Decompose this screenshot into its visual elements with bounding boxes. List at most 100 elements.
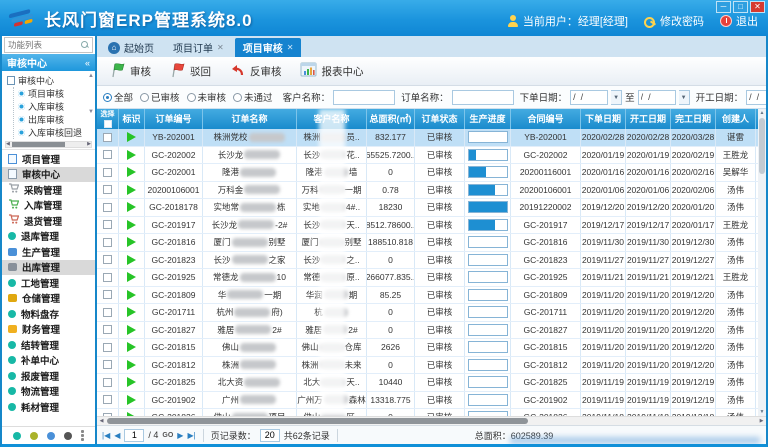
审核-button[interactable]: 审核 <box>109 62 151 81</box>
tab-起始页[interactable]: ⌂起始页 <box>100 38 162 57</box>
select-all-checkbox[interactable] <box>104 120 112 128</box>
scroll-left-icon[interactable]: ◀ <box>97 417 106 425</box>
row-checkbox[interactable] <box>103 343 112 352</box>
table-row[interactable]: GC-2018178实地常栋实地4#..18230已审核201912200022… <box>97 199 758 217</box>
column-header-合同编号[interactable]: 合同编号 <box>511 109 581 129</box>
collapse-icon[interactable]: « <box>85 58 90 68</box>
报表中心-button[interactable]: 报表中心 <box>300 62 364 80</box>
驳回-button[interactable]: 驳回 <box>169 62 211 81</box>
row-checkbox[interactable] <box>103 168 112 177</box>
row-checkbox[interactable] <box>103 325 112 334</box>
row-checkbox[interactable] <box>103 395 112 404</box>
sidebar-item-项目管理[interactable]: 项目管理 <box>2 151 95 167</box>
page-size-input[interactable] <box>260 429 280 442</box>
table-row[interactable]: GC-201823长沙之家长沙之..0已审核GC-2018232019/11/2… <box>97 252 758 270</box>
table-row[interactable]: GC-202001隆港隆港墙0已审核202001160012020/01/162… <box>97 164 758 182</box>
sidebar-item-出库管理[interactable]: 出库管理 <box>2 260 95 276</box>
grid-vscrollbar[interactable]: ▲ ▼ <box>758 109 766 416</box>
row-checkbox[interactable] <box>103 150 112 159</box>
scroll-left-icon[interactable]: ◀ <box>6 141 10 147</box>
order-name-input[interactable] <box>452 90 514 105</box>
change-password-button[interactable]: 修改密码 <box>644 13 704 29</box>
table-row[interactable]: YB-202001株洲党校株洲员..832.177已审核YB-202001202… <box>97 129 758 147</box>
table-row[interactable]: GC-201809华一期华润期85.25已审核GC-2018092019/11/… <box>97 287 758 305</box>
sidebar-item-耗材管理[interactable]: 耗材管理 <box>2 399 95 415</box>
column-header-选择[interactable]: 选择 <box>97 109 119 129</box>
grid-vscroll-thumb[interactable] <box>759 118 765 174</box>
tree-vscroll[interactable]: ▲▼ <box>88 73 94 115</box>
prev-page-button[interactable]: ◀ <box>114 431 120 440</box>
table-row[interactable]: GC-201917长沙龙-2#长沙天..8512.78600..已审核GC-20… <box>97 217 758 235</box>
cart-icon[interactable] <box>30 432 38 440</box>
column-header-下单日期[interactable]: 下单日期 <box>581 109 626 129</box>
row-checkbox[interactable] <box>103 203 112 212</box>
column-header-订单编号[interactable]: 订单编号 <box>145 109 203 129</box>
sidebar-item-审核中心[interactable]: 审核中心 <box>2 167 95 183</box>
minimize-button[interactable]: ─ <box>716 1 731 13</box>
chevron-down-icon[interactable]: ▼ <box>679 90 690 105</box>
row-checkbox[interactable] <box>103 360 112 369</box>
sidebar-item-生产管理[interactable]: 生产管理 <box>2 244 95 260</box>
radio-label-未通过[interactable]: 未通过 <box>244 90 273 104</box>
column-header-完工日期[interactable]: 完工日期 <box>671 109 716 129</box>
radio-全部[interactable] <box>103 93 112 102</box>
row-checkbox[interactable] <box>103 378 112 387</box>
table-row[interactable]: GC-201812株洲株洲未来0已审核GC-2018122019/11/2020… <box>97 357 758 375</box>
column-header-客户名称[interactable]: 客户名称 <box>297 109 367 129</box>
logout-button[interactable]: 退出 <box>720 13 758 29</box>
row-checkbox[interactable] <box>103 255 112 264</box>
table-row[interactable]: GC-201815佛山佛山仓库2626已审核GC-2018152019/11/2… <box>97 339 758 357</box>
table-row[interactable]: GC-201825北大资北大天..10440已审核GC-2018252019/1… <box>97 374 758 392</box>
table-row[interactable]: GC-201816厦门别墅厦门别墅188510.818已审核GC-2018162… <box>97 234 758 252</box>
row-checkbox[interactable] <box>103 185 112 194</box>
close-button[interactable]: ✕ <box>750 1 765 13</box>
scroll-right-icon[interactable]: ▶ <box>757 417 766 425</box>
start-date-input[interactable] <box>746 90 766 105</box>
customer-name-input[interactable] <box>333 90 395 105</box>
order-date-from-input[interactable] <box>570 90 608 105</box>
tree-hscrollbar[interactable]: ◀ ▶ <box>5 141 92 148</box>
row-checkbox[interactable] <box>103 308 112 317</box>
radio-label-未审核[interactable]: 未审核 <box>198 90 227 104</box>
table-row[interactable]: GC-201902广州广州万森林13318.775已审核GC-201902201… <box>97 392 758 410</box>
sidebar-item-采购管理[interactable]: 采购管理 <box>2 182 95 198</box>
last-page-button[interactable]: ▶| <box>187 431 195 440</box>
column-header-订单名称[interactable]: 订单名称 <box>203 109 297 129</box>
row-checkbox[interactable] <box>103 220 112 229</box>
sidebar-item-退货管理[interactable]: 退货管理 <box>2 213 95 229</box>
column-header-标识[interactable]: 标识 <box>119 109 145 129</box>
pen-icon[interactable] <box>47 432 55 440</box>
sidebar-item-物料盘存[interactable]: 物料盘存 <box>2 306 95 322</box>
sidebar-item-退库管理[interactable]: 退库管理 <box>2 229 95 245</box>
scroll-right-icon[interactable]: ▶ <box>87 141 91 147</box>
sidebar-item-报废管理[interactable]: 报废管理 <box>2 368 95 384</box>
sidebar-item-仓储管理[interactable]: 仓储管理 <box>2 291 95 307</box>
column-header-生产进度[interactable]: 生产进度 <box>465 109 511 129</box>
more-icon[interactable] <box>81 434 84 437</box>
column-header-总面积(㎡)[interactable]: 总面积(㎡) <box>367 109 415 129</box>
column-header-开工日期[interactable]: 开工日期 <box>626 109 671 129</box>
row-checkbox[interactable] <box>103 290 112 299</box>
function-search[interactable] <box>4 37 93 53</box>
tree-item-入库审核回退[interactable]: 入库审核回退 <box>18 126 93 139</box>
radio-label-已审核[interactable]: 已审核 <box>151 90 180 104</box>
sidebar-item-入库管理[interactable]: 入库管理 <box>2 198 95 214</box>
sidebar-item-结转管理[interactable]: 结转管理 <box>2 337 95 353</box>
tree-root[interactable]: 审核中心 <box>7 74 93 87</box>
function-search-input[interactable] <box>8 40 72 50</box>
close-tab-icon[interactable]: ✕ <box>217 43 224 52</box>
tab-项目审核[interactable]: 项目审核✕ <box>235 38 302 57</box>
sidebar-item-物流管理[interactable]: 物流管理 <box>2 384 95 400</box>
maximize-button[interactable]: □ <box>733 1 748 13</box>
tree-item-入库审核[interactable]: 入库审核 <box>18 100 93 113</box>
tree-item-出库审核[interactable]: 出库审核 <box>18 113 93 126</box>
sidebar-item-补单中心[interactable]: 补单中心 <box>2 353 95 369</box>
order-date-to-input[interactable] <box>638 90 676 105</box>
radio-已审核[interactable] <box>140 93 149 102</box>
table-row[interactable]: GC-201925常德龙10常德原..266077.835..已审核GC-201… <box>97 269 758 287</box>
column-header-创建人[interactable]: 创建人 <box>716 109 756 129</box>
sidebar-item-工地管理[interactable]: 工地管理 <box>2 275 95 291</box>
close-tab-icon[interactable]: ✕ <box>287 43 294 52</box>
table-row[interactable]: GC-201826佛山项目佛山区..0已审核GC-2018262019/11/1… <box>97 409 758 416</box>
grid-hscroll-thumb[interactable] <box>107 418 528 424</box>
